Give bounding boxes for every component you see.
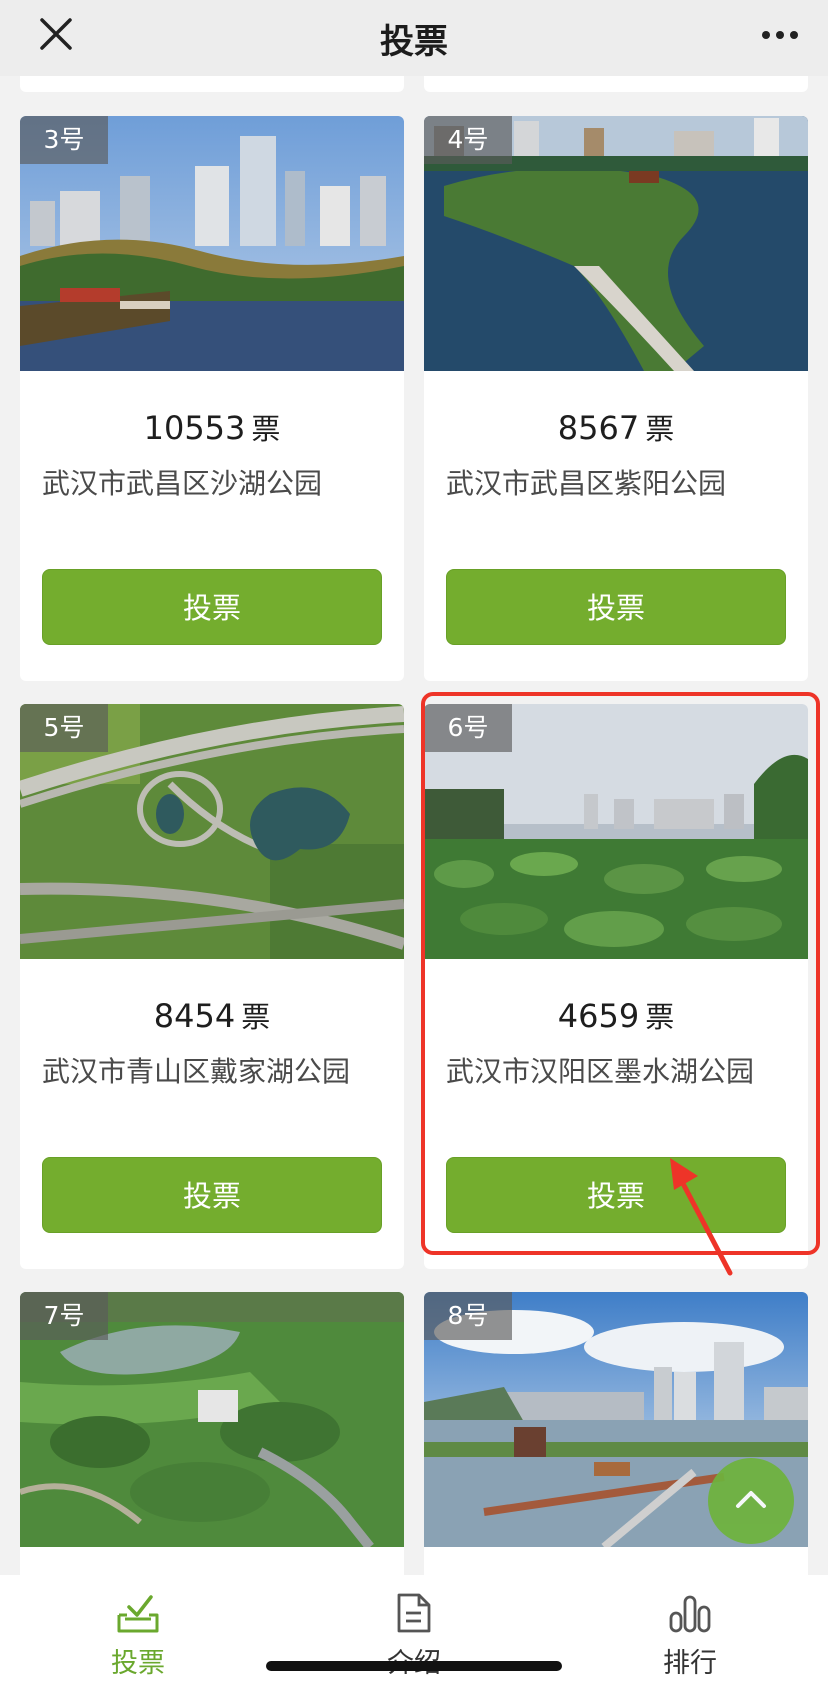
card-number-badge: 4号 (424, 116, 512, 164)
page-title: 投票 (380, 22, 448, 62)
document-icon (391, 1589, 437, 1639)
park-name: 武汉市青山区戴家湖公园 (42, 1055, 351, 1088)
bar-chart-icon (667, 1589, 713, 1639)
home-indicator (266, 1661, 562, 1671)
vote-count: 8567 票 (557, 409, 675, 447)
vote-button[interactable]: 投票 (42, 1157, 382, 1233)
park-photo[interactable]: 3号 (20, 116, 404, 371)
card-number-badge: 7号 (20, 1292, 108, 1340)
vote-count: 10553 票 (143, 409, 281, 447)
park-card: 5号 8454 票 武汉市青山区戴家湖公园 投票 (20, 704, 404, 1269)
vote-button[interactable]: 投票 (42, 569, 382, 645)
park-name: 武汉市武昌区沙湖公园 (42, 467, 323, 500)
park-photo[interactable]: 7号 (20, 1292, 404, 1547)
park-photo[interactable]: 4号 (424, 116, 808, 371)
park-card: 3号 10553 票 武汉市武昌区沙湖公园 投票 (20, 116, 404, 681)
highlight-annotation (421, 692, 820, 1255)
vote-count: 8454 票 (153, 997, 271, 1035)
tab-vote[interactable]: 投票 (68, 1575, 208, 1687)
tab-label: 排行 (663, 1648, 717, 1679)
scroll-to-top-button[interactable] (708, 1458, 794, 1544)
chevron-up-icon (736, 1491, 766, 1508)
tab-ranking[interactable]: 排行 (620, 1575, 760, 1687)
card-number-badge: 5号 (20, 704, 108, 752)
card-number-badge: 8号 (424, 1292, 512, 1340)
park-photo[interactable]: 5号 (20, 704, 404, 959)
card-number-badge: 3号 (20, 116, 108, 164)
tab-label: 投票 (111, 1648, 165, 1679)
vote-button[interactable]: 投票 (446, 569, 786, 645)
park-card: 7号 (20, 1292, 404, 1592)
vote-box-icon (115, 1589, 161, 1639)
navigation-bar: 投票 (0, 0, 828, 76)
more-options-icon[interactable] (758, 20, 802, 50)
arrow-annotation (662, 1158, 742, 1282)
park-card: 4号 8567 票 武汉市武昌区紫阳公园 投票 (424, 116, 808, 681)
park-name: 武汉市武昌区紫阳公园 (446, 467, 727, 500)
park-card: 8号 (424, 1292, 808, 1592)
